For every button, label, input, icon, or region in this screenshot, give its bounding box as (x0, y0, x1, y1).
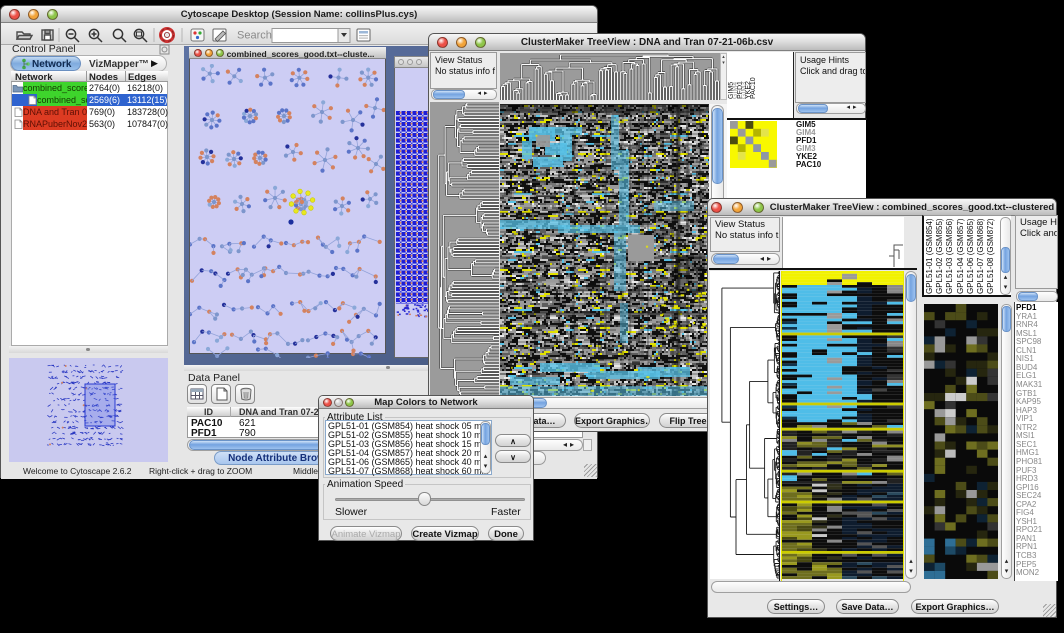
svg-text:Search:: Search: (237, 30, 275, 42)
